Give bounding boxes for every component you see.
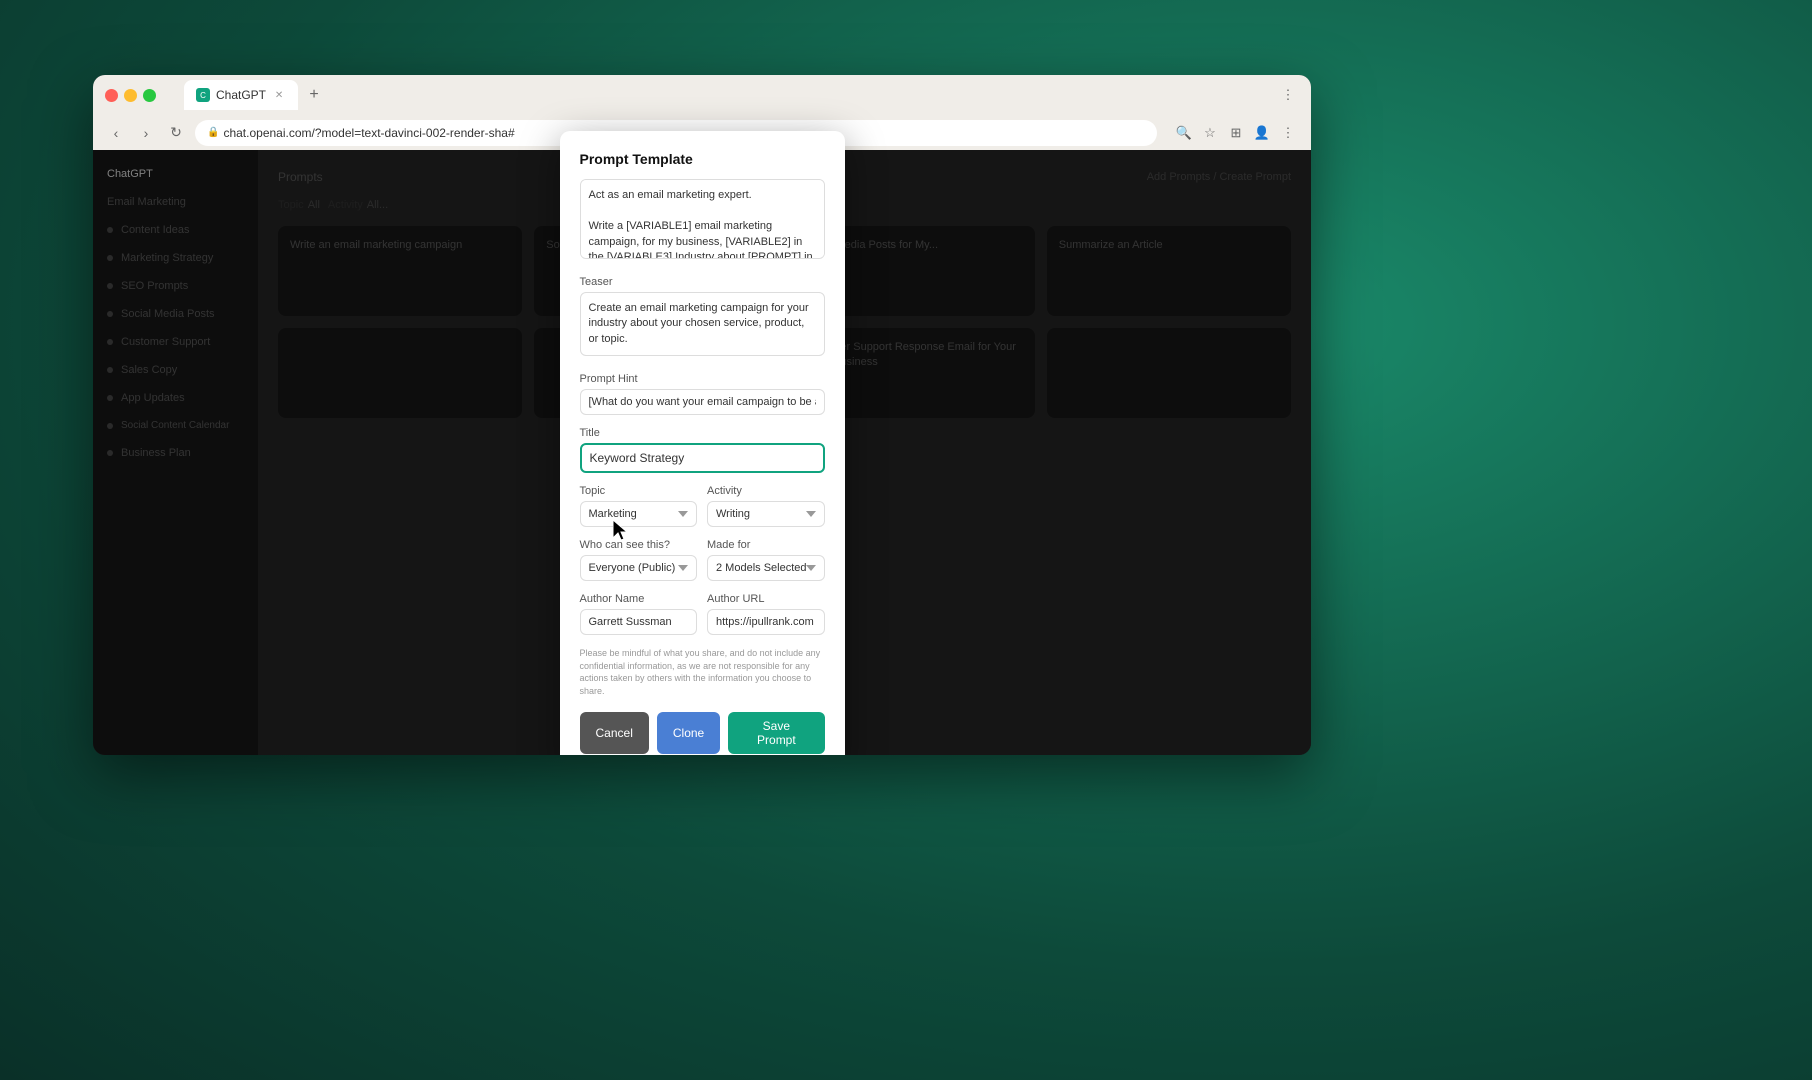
browser-menu-icon[interactable]: ⋮ (1277, 84, 1299, 106)
made-for-label: Made for (707, 539, 825, 551)
activity-label: Activity (707, 485, 825, 497)
activity-group: Activity Writing Analysis Design Researc… (707, 485, 825, 527)
tab-favicon: C (196, 88, 210, 102)
modal-overlay: Prompt Template Act as an email marketin… (93, 150, 1311, 755)
author-name-label: Author Name (580, 593, 698, 605)
topic-activity-row: Topic Marketing Technology Business Writ… (580, 485, 825, 527)
maximize-button[interactable] (143, 89, 156, 102)
author-url-label: Author URL (707, 593, 825, 605)
dialog-title: Prompt Template (580, 151, 825, 167)
settings-icon[interactable]: ⋮ (1277, 122, 1299, 144)
new-tab-button[interactable]: + (302, 83, 326, 107)
prompt-hint-label: Prompt Hint (580, 373, 825, 385)
profile-icon[interactable]: 👤 (1251, 122, 1273, 144)
clone-button[interactable]: Clone (657, 712, 720, 754)
author-row: Author Name Author URL (580, 593, 825, 635)
teaser-group: Teaser Create an email marketing campaig… (580, 276, 825, 361)
visibility-group: Who can see this? Everyone (Public) Only… (580, 539, 698, 581)
prompt-hint-group: Prompt Hint (580, 373, 825, 415)
author-url-group: Author URL (707, 593, 825, 635)
author-name-input[interactable] (580, 609, 698, 635)
title-input[interactable] (580, 443, 825, 473)
visibility-select[interactable]: Everyone (Public) Only Me Team (580, 555, 698, 581)
cancel-button[interactable]: Cancel (580, 712, 649, 754)
extensions-icon[interactable]: ⊞ (1225, 122, 1247, 144)
dialog-footer: Cancel Clone Save Prompt (580, 712, 825, 754)
browser-window: C ChatGPT ✕ + ⋮ ‹ › ↻ 🔒 chat.openai.com/… (93, 75, 1311, 755)
made-for-group: Made for 2 Models Selected All Models GP… (707, 539, 825, 581)
teaser-textarea[interactable]: Create an email marketing campaign for y… (580, 292, 825, 356)
browser-content: ChatGPT Email Marketing Content Ideas Ma… (93, 150, 1311, 755)
topic-group: Topic Marketing Technology Business Writ… (580, 485, 698, 527)
url-text: chat.openai.com/?model=text-davinci-002-… (223, 126, 514, 140)
topic-select[interactable]: Marketing Technology Business Writing Ot… (580, 501, 698, 527)
tab-label: ChatGPT (216, 88, 266, 102)
template-group: Act as an email marketing expert. Write … (580, 179, 825, 264)
save-prompt-button[interactable]: Save Prompt (728, 712, 824, 754)
teaser-label: Teaser (580, 276, 825, 288)
topic-label: Topic (580, 485, 698, 497)
close-button[interactable] (105, 89, 118, 102)
prompt-hint-input[interactable] (580, 389, 825, 415)
lock-icon: 🔒 (207, 127, 219, 138)
traffic-lights (105, 89, 156, 102)
visibility-label: Who can see this? (580, 539, 698, 551)
bookmark-icon[interactable]: ☆ (1199, 122, 1221, 144)
title-group: Title (580, 427, 825, 473)
disclaimer-text: Please be mindful of what you share, and… (580, 647, 825, 697)
minimize-button[interactable] (124, 89, 137, 102)
browser-tab[interactable]: C ChatGPT ✕ (184, 80, 298, 110)
tab-close-icon[interactable]: ✕ (272, 88, 286, 102)
author-url-input[interactable] (707, 609, 825, 635)
visibility-made-for-row: Who can see this? Everyone (Public) Only… (580, 539, 825, 581)
forward-button[interactable]: › (135, 122, 157, 144)
dialog: Prompt Template Act as an email marketin… (560, 131, 845, 755)
title-label: Title (580, 427, 825, 439)
author-name-group: Author Name (580, 593, 698, 635)
browser-titlebar: C ChatGPT ✕ + ⋮ (93, 75, 1311, 115)
activity-select[interactable]: Writing Analysis Design Research Other (707, 501, 825, 527)
reload-button[interactable]: ↻ (165, 122, 187, 144)
tab-bar: C ChatGPT ✕ + (172, 80, 1269, 110)
search-icon[interactable]: 🔍 (1173, 122, 1195, 144)
back-button[interactable]: ‹ (105, 122, 127, 144)
browser-toolbar-icons: 🔍 ☆ ⊞ 👤 ⋮ (1173, 122, 1299, 144)
made-for-select[interactable]: 2 Models Selected All Models GPT-4 GPT-3… (707, 555, 825, 581)
template-textarea[interactable]: Act as an email marketing expert. Write … (580, 179, 825, 259)
